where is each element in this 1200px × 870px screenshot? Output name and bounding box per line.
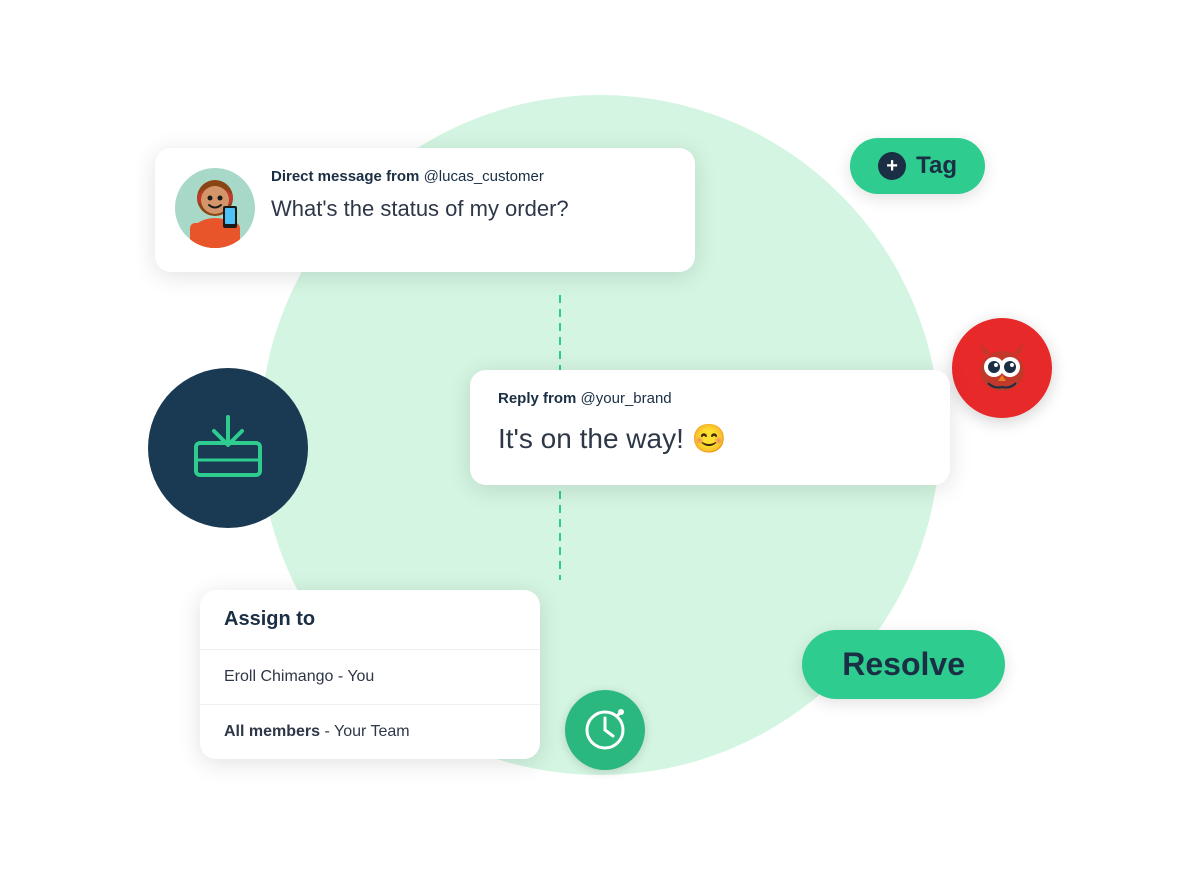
hootsuite-owl-badge	[952, 318, 1052, 418]
dm-card: Direct message from @lucas_customer What…	[155, 148, 695, 272]
avatar	[175, 168, 255, 248]
resolve-label: Resolve	[842, 646, 965, 682]
assign-header: Assign to	[200, 590, 540, 650]
clock-circle	[565, 690, 645, 770]
clock-icon	[583, 708, 627, 752]
owl-icon	[972, 341, 1032, 396]
dm-content: Direct message from @lucas_customer What…	[271, 168, 667, 224]
dm-message: What's the status of my order?	[271, 195, 667, 224]
reply-card: Reply from @your_brand It's on the way! …	[470, 370, 950, 485]
reply-message: It's on the way! 😊	[498, 421, 922, 457]
tag-label: Tag	[916, 152, 957, 180]
assign-item-2[interactable]: All members - Your Team	[200, 705, 540, 759]
reply-header: Reply from @your_brand	[498, 390, 922, 407]
reply-emoji: 😊	[692, 423, 727, 454]
inbox-icon	[188, 413, 268, 483]
scene: Direct message from @lucas_customer What…	[0, 0, 1200, 870]
assign-item-1[interactable]: Eroll Chimango - You	[200, 650, 540, 705]
inbox-circle	[148, 368, 308, 528]
tag-plus-icon: +	[878, 152, 906, 180]
assign-item-2-bold: All members	[224, 723, 320, 740]
reply-text: It's on the way!	[498, 423, 684, 454]
assign-item-2-rest: - Your Team	[325, 723, 410, 740]
assign-item-1-label: Eroll Chimango - You	[224, 668, 374, 685]
dm-header: Direct message from @lucas_customer	[271, 168, 667, 185]
reply-header-handle: @your_brand	[581, 390, 672, 407]
resolve-badge[interactable]: Resolve	[802, 630, 1005, 699]
dm-header-handle: @lucas_customer	[424, 168, 544, 185]
assign-card: Assign to Eroll Chimango - You All membe…	[200, 590, 540, 759]
dm-header-bold: Direct message from	[271, 168, 419, 185]
reply-header-bold: Reply from	[498, 390, 576, 407]
tag-badge[interactable]: + Tag	[850, 138, 985, 194]
